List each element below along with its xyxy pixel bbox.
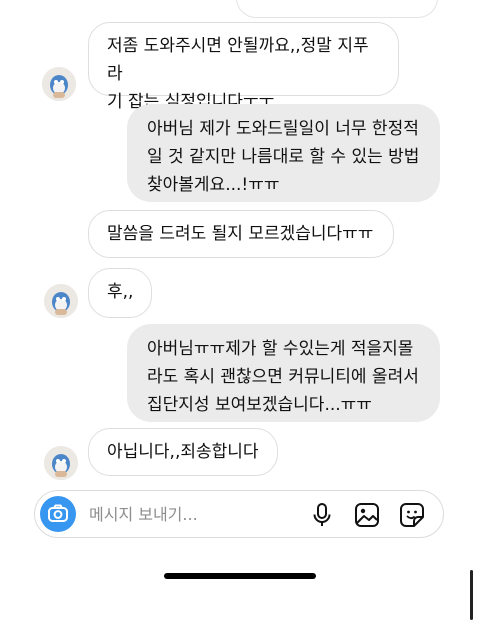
message-bubble-outgoing[interactable]: 아버님 제가 도와드릴일이 너무 한정적 일 것 같지만 나름대로 할 수 있는… (127, 104, 440, 202)
message-bubble-incoming[interactable]: 말씀을 드려도 될지 모르겠습니다ㅠㅠ (88, 210, 394, 258)
avatar[interactable] (44, 446, 78, 480)
avatar[interactable] (42, 67, 76, 101)
previous-message-bubble (236, 0, 438, 18)
message-bubble-incoming[interactable]: 아닙니다,,죄송합니다 (88, 428, 278, 476)
message-input[interactable] (89, 503, 289, 525)
home-indicator[interactable] (164, 573, 316, 579)
gallery-icon[interactable] (353, 501, 381, 529)
message-bubble-incoming[interactable]: 후,, (88, 268, 152, 318)
avatar-image (44, 446, 78, 480)
microphone-icon[interactable] (308, 501, 336, 529)
message-bubble-outgoing[interactable]: 아버님ㅠㅠ제가 할 수있는게 적을지몰 라도 혹시 괜찮으면 커뮤니티에 올려서… (127, 324, 440, 422)
sticker-icon[interactable] (398, 501, 426, 529)
camera-icon (48, 504, 68, 522)
avatar[interactable] (44, 284, 78, 318)
avatar-image (42, 67, 76, 101)
message-bubble-incoming[interactable]: 저좀 도와주시면 안될까요,,정말 지푸라 기 잡는 심정입니다ㅜㅜ (88, 22, 399, 112)
avatar-image (44, 284, 78, 318)
camera-button[interactable] (40, 496, 76, 532)
message-composer (34, 490, 444, 538)
scroll-indicator[interactable] (470, 570, 473, 620)
